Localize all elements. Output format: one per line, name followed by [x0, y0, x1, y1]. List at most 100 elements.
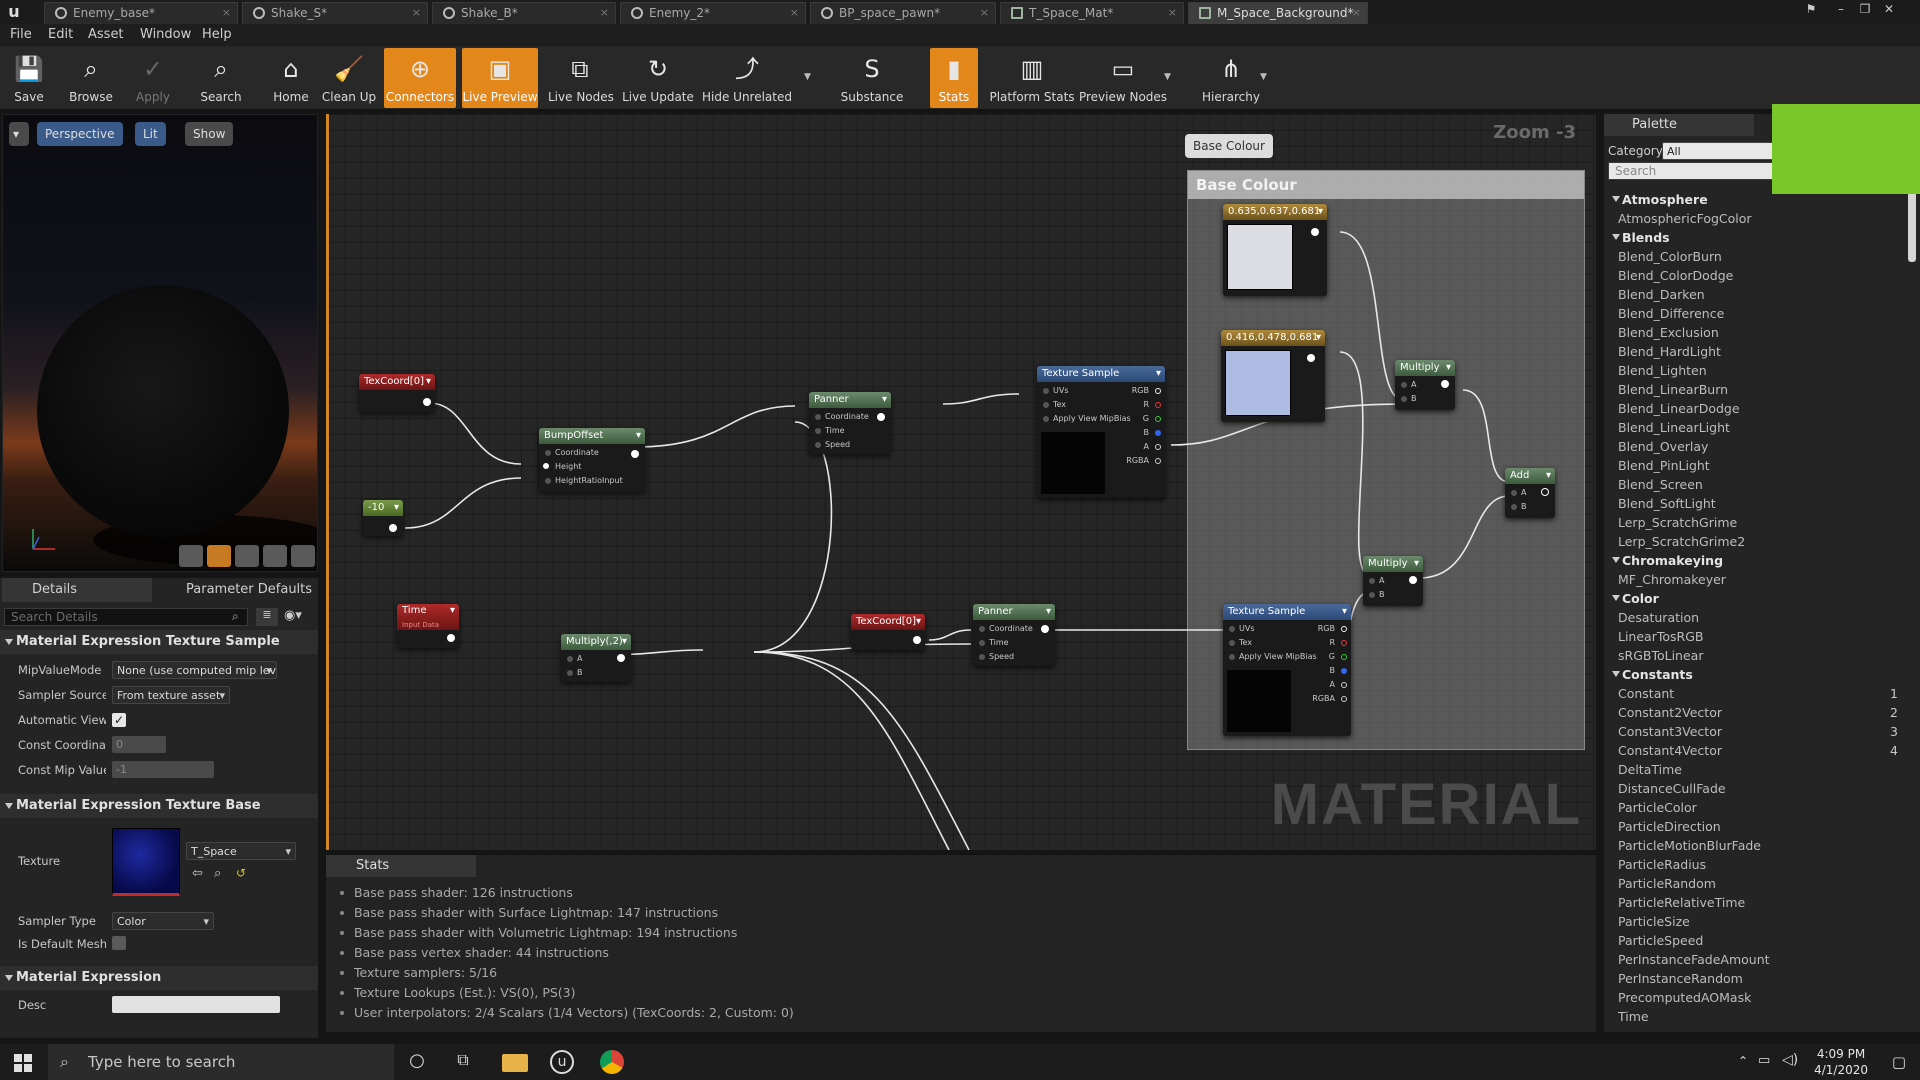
palette-item[interactable]: ParticleSize [1618, 914, 1690, 929]
palette-item[interactable]: Blend_Lighten [1618, 363, 1707, 378]
live-update-button[interactable]: ↻ Live Update [618, 48, 698, 108]
document-tab[interactable]: BP_space_pawn* × [810, 2, 996, 24]
multiply-a-a-pin[interactable] [1401, 382, 1407, 388]
document-tab[interactable]: M_Space_Background* × [1188, 2, 1368, 24]
tab-close-icon[interactable]: × [790, 3, 799, 23]
multiply-b-a-pin[interactable] [1369, 578, 1375, 584]
viewport-options-button[interactable]: ▾ [9, 122, 29, 146]
add-output-pin[interactable] [1541, 488, 1549, 496]
constant-1-output-pin[interactable] [1311, 228, 1319, 236]
palette-item[interactable]: DistanceCullFade [1618, 781, 1726, 796]
time-output-pin[interactable] [447, 634, 455, 642]
mult2-b-pin[interactable] [567, 670, 573, 676]
plane-shape-button[interactable] [235, 545, 259, 567]
tex2-r-pin[interactable] [1341, 640, 1347, 646]
volume-icon[interactable]: ◁) [1782, 1052, 1798, 1068]
visibility-eye-icon[interactable]: ◉▾ [284, 608, 302, 623]
show-button[interactable]: Show [185, 122, 234, 146]
node-constant3vector-2[interactable]: 0.416,0.478,0.681 [1221, 330, 1325, 422]
palette-category[interactable]: Atmosphere [1612, 192, 1708, 207]
multiply-b-output-pin[interactable] [1409, 576, 1417, 584]
panner1-coordinate-pin[interactable] [815, 414, 821, 420]
document-tab[interactable]: Enemy_base* × [44, 2, 238, 24]
node-constant-neg10[interactable]: -10 [363, 500, 403, 536]
tab-palette[interactable]: Palette [1604, 114, 1754, 136]
platform-stats-button[interactable]: ▥ Platform Stats [984, 48, 1080, 108]
reset-to-default-icon[interactable]: ↺ [236, 866, 246, 880]
tex1-g-pin[interactable] [1155, 416, 1161, 422]
tab-stats[interactable]: Stats [326, 855, 476, 877]
palette-item[interactable]: ParticleSpeed [1618, 933, 1703, 948]
multiply-a-b-pin[interactable] [1401, 396, 1407, 402]
node-texture-sample-2[interactable]: Texture Sample UVs Tex Apply View MipBia… [1223, 604, 1351, 736]
tex1-r-pin[interactable] [1155, 402, 1161, 408]
palette-item[interactable]: ParticleRelativeTime [1618, 895, 1745, 910]
tab-close-icon[interactable]: × [1352, 3, 1361, 23]
palette-item[interactable]: Blend_LinearBurn [1618, 382, 1728, 397]
perspective-button[interactable]: Perspective [37, 122, 123, 146]
chrome-icon[interactable] [600, 1050, 624, 1074]
tab-close-icon[interactable]: × [600, 3, 609, 23]
node-texcoord-2[interactable]: TexCoord[0] [851, 614, 925, 650]
const-mip-value-field[interactable]: -1 [112, 761, 214, 778]
palette-item[interactable]: Time [1618, 1009, 1649, 1024]
node-add[interactable]: Add A B [1505, 468, 1555, 518]
tex1-b-pin[interactable] [1155, 430, 1161, 436]
constant-neg10-output-pin[interactable] [389, 524, 397, 532]
preview-nodes-dropdown-icon[interactable]: ▼ [1164, 72, 1171, 82]
palette-item[interactable]: PerInstanceFadeAmount [1618, 952, 1770, 967]
home-button[interactable]: ⌂ Home [266, 48, 316, 108]
palette-item[interactable]: Blend_SoftLight [1618, 496, 1716, 511]
task-view-icon[interactable]: ⧉ [450, 1050, 476, 1074]
tex2-tex-pin[interactable] [1229, 640, 1235, 646]
menu-file[interactable]: File [10, 27, 32, 42]
connectors-button[interactable]: ⊕ Connectors [384, 48, 456, 108]
multiply-a-output-pin[interactable] [1441, 380, 1449, 388]
palette-item[interactable]: PerInstanceRandom [1618, 971, 1743, 986]
bumpoffset-output-pin[interactable] [631, 450, 639, 458]
browse-asset-icon[interactable]: ⌕ [214, 866, 221, 881]
texcoord-2-output-pin[interactable] [913, 636, 921, 644]
tex2-g-pin[interactable] [1341, 654, 1347, 660]
node-multiply-b[interactable]: Multiply A B [1363, 556, 1423, 606]
live-preview-button[interactable]: ▣ Live Preview [462, 48, 538, 108]
palette-item[interactable]: Constant2Vector [1618, 705, 1722, 720]
notification-icon[interactable]: ⚑ [1800, 0, 1822, 18]
tex1-uvs-pin[interactable] [1043, 388, 1049, 394]
palette-item[interactable]: Constant3Vector [1618, 724, 1722, 739]
taskbar-clock[interactable]: 4:09 PM 4/1/2020 [1814, 1046, 1868, 1078]
palette-item[interactable]: LinearTosRGB [1618, 629, 1703, 644]
section-texture-sample[interactable]: Material Expression Texture Sample [0, 630, 318, 654]
panner2-speed-pin[interactable] [979, 654, 985, 660]
palette-item[interactable]: ParticleColor [1618, 800, 1697, 815]
section-material-expression[interactable]: Material Expression [0, 966, 318, 990]
palette-item[interactable]: PrecomputedAOMask [1618, 990, 1751, 1005]
palette-item[interactable]: Blend_Overlay [1618, 439, 1708, 454]
hide-unrelated-button[interactable]: ⤴ Hide Unrelated [700, 48, 794, 108]
document-tab[interactable]: Shake_B* × [432, 2, 616, 24]
palette-item[interactable]: AtmosphericFogColor [1618, 211, 1752, 226]
palette-category[interactable]: Blends [1612, 230, 1670, 245]
unreal-logo-icon[interactable]: u [4, 2, 24, 22]
cylinder-shape-button[interactable] [179, 545, 203, 567]
details-search-input[interactable]: Search Details [4, 608, 248, 626]
node-panner-2[interactable]: Panner Coordinate Time Speed [973, 604, 1055, 666]
substance-button[interactable]: S Substance [838, 48, 906, 108]
tray-chevron-icon[interactable]: ⌃ [1738, 1054, 1748, 1068]
sampler-type-select[interactable]: Color [112, 912, 214, 930]
menu-help[interactable]: Help [202, 27, 232, 42]
automatic-view-mip-checkbox[interactable]: ✓ [112, 713, 126, 727]
tex2-uvs-pin[interactable] [1229, 626, 1235, 632]
sampler-source-select[interactable]: From texture asset [112, 686, 230, 704]
node-constant3vector-1[interactable]: 0.635,0.637,0.681 [1223, 204, 1327, 296]
use-selected-asset-icon[interactable]: ⇦ [192, 866, 203, 881]
texture-thumbnail[interactable] [112, 828, 180, 896]
palette-item[interactable]: Constant4Vector [1618, 743, 1722, 758]
taskbar-search-input[interactable]: ⌕ Type here to search [48, 1044, 394, 1080]
is-default-meshpaint-checkbox[interactable] [112, 936, 126, 950]
tab-details[interactable]: Details [2, 578, 152, 602]
hierarchy-dropdown-icon[interactable]: ▼ [1260, 72, 1267, 82]
palette-item[interactable]: DeltaTime [1618, 762, 1682, 777]
tex2-a-pin[interactable] [1341, 682, 1347, 688]
maximize-icon[interactable]: ❐ [1854, 0, 1876, 18]
